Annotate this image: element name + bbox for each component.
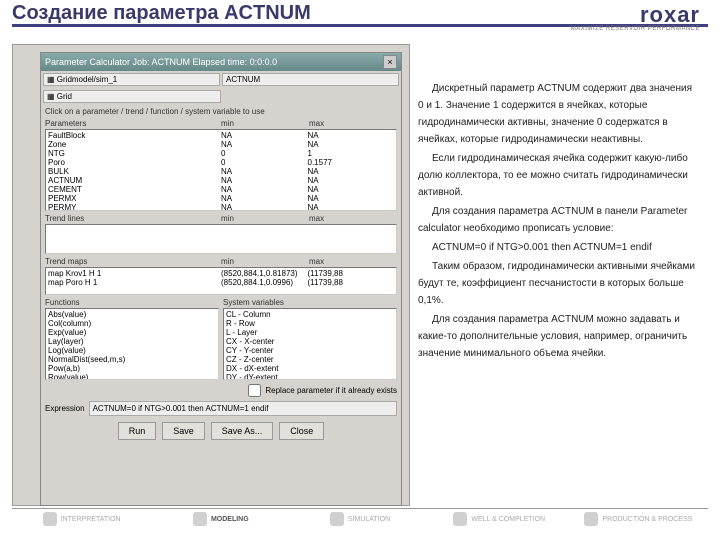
functions-list[interactable]: Abs(value)Col(column)Exp(value)Lay(layer… [45,308,219,380]
saveas-button[interactable]: Save As... [211,422,274,440]
functions-header: Functions [45,298,219,307]
description-text: Дискретный параметр ACTNUM содержит два … [418,80,700,364]
close-button[interactable]: Close [279,422,324,440]
grid-model-select[interactable]: ▦ Gridmodel/sim_1 [43,73,220,86]
brand-logo: roxar [640,2,700,28]
footer-item-well-completion[interactable]: WELL & COMPLETION [430,509,569,526]
run-button[interactable]: Run [118,422,157,440]
window-title-text: Parameter Calculator Job: ACTNUM Elapsed… [45,57,277,67]
footer-item-modeling[interactable]: MODELING [151,509,290,526]
parameters-list[interactable]: FaultBlockNANAZoneNANANTG01Poro00.1577BU… [45,129,397,211]
save-button[interactable]: Save [162,422,205,440]
grid-selector-row: ▦ Gridmodel/sim_1 ACTNUM [41,71,401,88]
trend-lines-section: Trend linesminmax [41,213,401,256]
parameters-section: Parametersminmax FaultBlockNANAZoneNANAN… [41,118,401,213]
footer-icon [193,512,207,526]
footer-icon [584,512,598,526]
expression-input[interactable]: ACTNUM=0 if NTG>0.001 then ACTNUM=1 endi… [89,401,397,416]
grid-child-row: ▦ Grid [41,88,401,105]
trend-maps-section: Trend mapsminmax map Krov1 H 1(8520,884.… [41,256,401,297]
sysvars-list[interactable]: CL - ColumnR - RowL - LayerCX - X-center… [223,308,397,380]
footer-icon [453,512,467,526]
window-title-bar: Parameter Calculator Job: ACTNUM Elapsed… [41,53,401,71]
footer-nav: INTERPRETATIONMODELINGSIMULATIONWELL & C… [12,508,708,526]
footer-icon [43,512,57,526]
footer-item-simulation[interactable]: SIMULATION [290,509,429,526]
button-row: Run Save Save As... Close [41,418,401,444]
replace-checkbox-label: Replace parameter if it already exists [265,386,397,395]
footer-icon [330,512,344,526]
expression-label: Expression [45,404,85,413]
sysvars-header: System variables [223,298,397,307]
footer-item-interpretation[interactable]: INTERPRETATION [12,509,151,526]
footer-item-production-process[interactable]: PRODUCTION & PROCESS [569,509,708,526]
brand-tagline: MAXIMIZE RESERVOIR PERFORMANCE [571,26,700,32]
usage-hint: Click on a parameter / trend / function … [41,105,401,118]
close-icon[interactable]: × [383,55,397,69]
replace-checkbox[interactable] [248,384,261,397]
replace-checkbox-row: Replace parameter if it already exists [41,382,401,399]
grid-child-select[interactable]: ▦ Grid [43,90,221,103]
trend-lines-list[interactable] [45,224,397,254]
slide-title: Создание параметра ACTNUM [12,2,311,25]
expression-row: Expression ACTNUM=0 if NTG>0.001 then AC… [41,399,401,418]
param-name-input[interactable]: ACTNUM [222,73,399,86]
trend-maps-list[interactable]: map Krov1 H 1(8520,884.1,0.81873)(11739,… [45,267,397,295]
funcs-sysvars-row: Functions Abs(value)Col(column)Exp(value… [41,297,401,382]
parameter-calculator-window: Parameter Calculator Job: ACTNUM Elapsed… [40,52,402,506]
